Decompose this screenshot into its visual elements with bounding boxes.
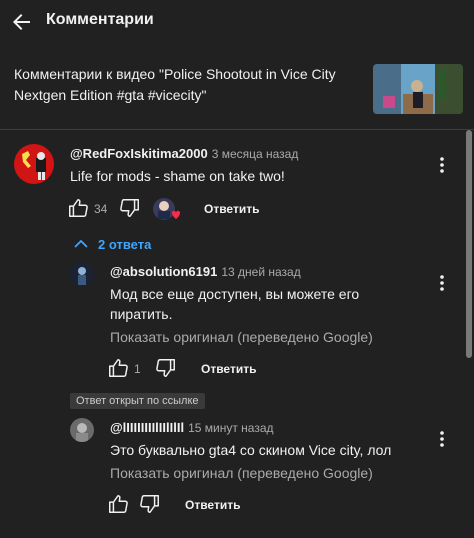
like-count: 1 <box>134 362 141 376</box>
top-bar: Комментарии <box>0 0 474 42</box>
creator-heart-badge <box>152 197 182 221</box>
linked-reply-badge: Ответ открыт по ссылке <box>70 393 205 409</box>
thumbs-down-icon[interactable] <box>155 357 177 379</box>
reply-text-line: Мод все еще доступен, вы можете его <box>110 286 360 302</box>
reply-button[interactable]: Ответить <box>204 202 259 216</box>
reply-button[interactable]: Ответить <box>201 362 256 376</box>
author-name[interactable]: @RedFoxIskitima2000 <box>70 146 208 161</box>
video-thumbnail[interactable] <box>373 64 463 114</box>
thumbs-up-icon[interactable] <box>107 357 129 379</box>
replies-toggle[interactable]: 2 ответа <box>74 236 151 252</box>
back-arrow-icon[interactable] <box>10 10 34 34</box>
video-title[interactable]: Комментарии к видео "Police Shootout in … <box>14 64 359 106</box>
comment-author[interactable]: @RedFoxIskitima2000 3 месяца назад <box>70 146 298 161</box>
like-count: 34 <box>94 202 108 216</box>
reply-text: Это буквально gta4 со скином Vice city, … <box>110 442 392 458</box>
divider <box>0 129 474 130</box>
page-title: Комментарии <box>46 11 154 28</box>
show-original-link[interactable]: Показать оригинал (переведено Google) <box>110 465 373 481</box>
reply-text-line: пиратить. <box>110 306 173 322</box>
avatar[interactable] <box>70 262 94 286</box>
reply-author[interactable]: @absolution6191 13 дней назад <box>110 264 301 279</box>
reply-time[interactable]: 15 минут назад <box>188 421 273 435</box>
thumbs-down-icon[interactable] <box>139 493 161 515</box>
reply-time[interactable]: 13 дней назад <box>221 265 300 279</box>
replies-toggle-label: 2 ответа <box>98 236 152 252</box>
more-options-icon[interactable] <box>432 155 452 175</box>
show-original-link[interactable]: Показать оригинал (переведено Google) <box>110 329 373 345</box>
scrollbar[interactable] <box>466 130 472 358</box>
reply-button[interactable]: Ответить <box>185 498 240 512</box>
more-options-icon[interactable] <box>432 429 452 449</box>
chevron-up-icon <box>74 239 88 248</box>
more-options-icon[interactable] <box>432 273 452 293</box>
thumbs-down-icon[interactable] <box>119 197 141 219</box>
comment-text: Life for mods - shame on take two! <box>70 168 285 184</box>
author-name[interactable]: @lIIIIIIIIlIIlIlIl <box>110 420 184 435</box>
comment-time[interactable]: 3 месяца назад <box>212 147 299 161</box>
author-name[interactable]: @absolution6191 <box>110 264 217 279</box>
avatar[interactable] <box>14 144 54 184</box>
thumbs-up-icon[interactable] <box>107 493 129 515</box>
reply-author[interactable]: @lIIIIIIIIlIIlIlIl 15 минут назад <box>110 420 274 435</box>
avatar[interactable] <box>70 418 94 442</box>
reply-text: Мод все еще доступен, вы можете его пира… <box>110 284 359 324</box>
thumbs-up-icon[interactable] <box>67 197 89 219</box>
